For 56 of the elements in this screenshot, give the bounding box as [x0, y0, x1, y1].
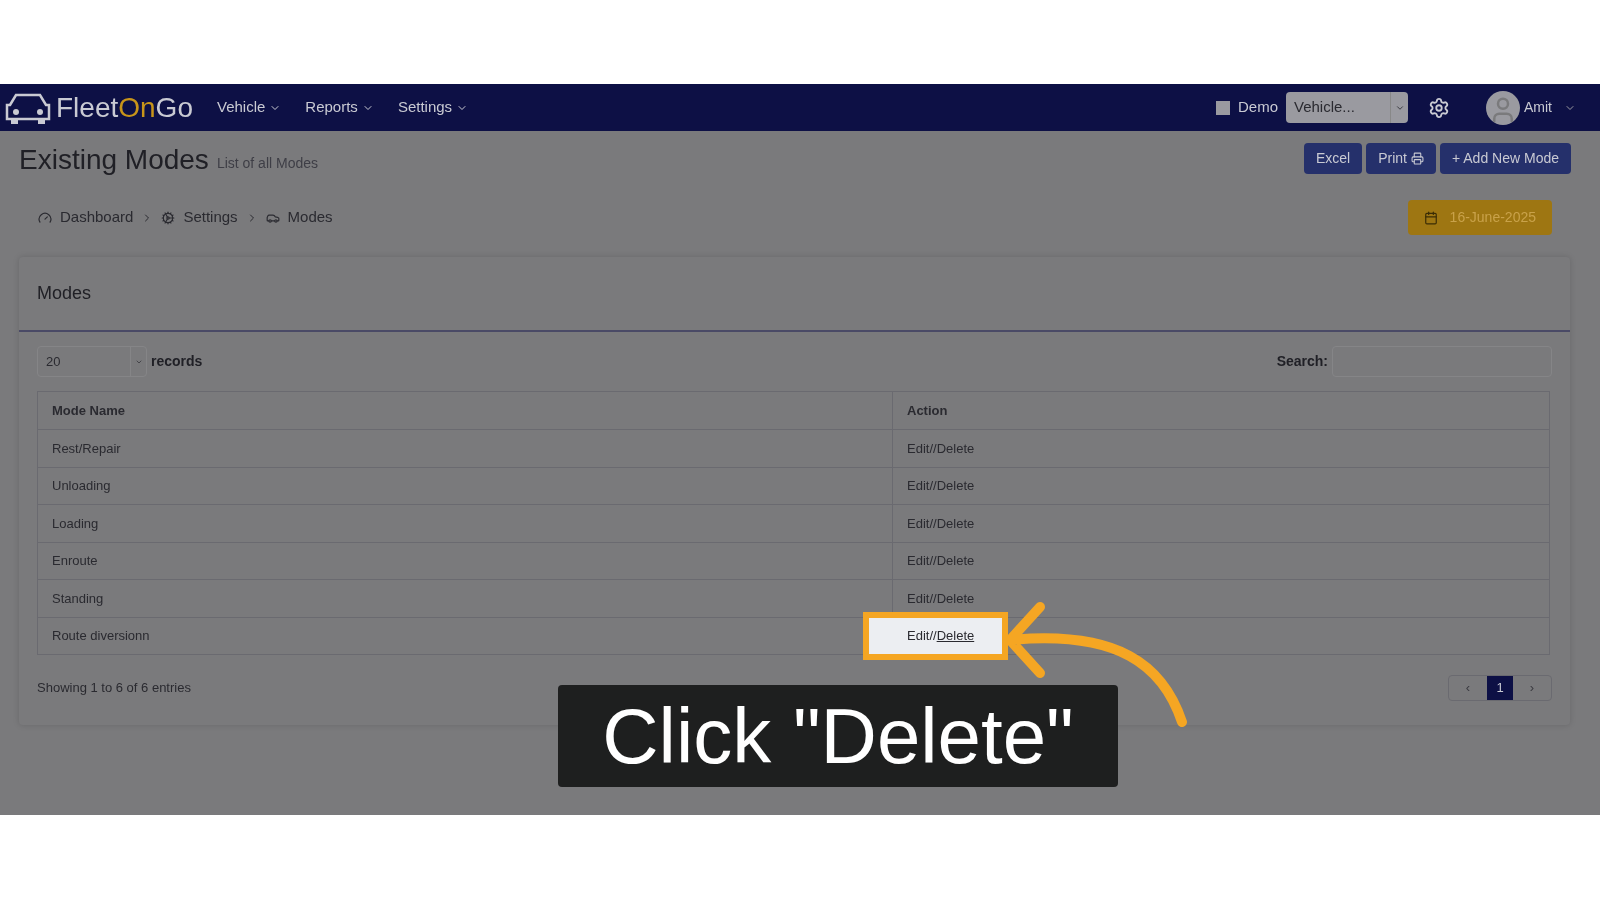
calendar-icon	[1423, 210, 1438, 225]
table-cell: Loading	[37, 504, 893, 542]
page-button[interactable]: ‹	[1449, 676, 1487, 700]
delete-link[interactable]: Delete	[936, 438, 975, 458]
link-separator: //	[929, 439, 937, 458]
panel-title: Modes	[37, 282, 92, 305]
printer-icon	[1411, 152, 1424, 165]
avatar-icon[interactable]	[1486, 90, 1520, 125]
vehicle-select[interactable]: Vehicle...	[1286, 92, 1408, 123]
records-label: records	[151, 352, 203, 371]
date-button[interactable]: 16-June-2025	[1407, 200, 1552, 235]
page-subtitle: List of all Modes	[216, 154, 319, 173]
column-header: Action	[892, 391, 1550, 430]
breadcrumb-link[interactable]: Dashboard	[60, 206, 134, 229]
delete-link[interactable]: Delete	[936, 626, 975, 646]
table-cell: Enroute	[37, 542, 893, 580]
page-length-select[interactable]: 20	[37, 346, 147, 377]
user-name[interactable]: Amit	[1524, 97, 1552, 118]
edit-link[interactable]: Edit	[907, 551, 930, 571]
brand-logo[interactable]: FleetOnGo	[56, 93, 193, 122]
table-cell: Rest/Repair	[37, 429, 893, 467]
link-separator: //	[929, 627, 937, 645]
edit-link[interactable]: Edit	[907, 438, 930, 458]
settings-icon[interactable]	[1428, 96, 1450, 119]
entries-info: Showing 1 to 6 of 6 entries	[37, 679, 191, 698]
nav-menu[interactable]: Settings	[397, 96, 469, 119]
cogs-icon	[161, 210, 176, 225]
tutorial-caption: Click "Delete"	[558, 685, 1118, 787]
delete-link[interactable]: Delete	[936, 513, 975, 533]
link-separator: //	[929, 552, 937, 570]
link-separator: //	[929, 589, 937, 608]
page-title: Existing Modes	[19, 146, 209, 174]
table-cell: Unloading	[37, 467, 893, 505]
gauge-icon	[38, 210, 52, 225]
page-button[interactable]: ›	[1513, 676, 1551, 700]
demo-checkbox[interactable]	[1216, 100, 1230, 115]
nav-menu[interactable]: Vehicle	[216, 96, 282, 119]
delete-link[interactable]: Delete	[936, 476, 975, 496]
toolbar-button[interactable]: + Add New Mode	[1440, 143, 1571, 174]
edit-link[interactable]: Edit	[907, 513, 930, 533]
toolbar-button[interactable]: Print	[1366, 143, 1436, 174]
delete-link[interactable]: Delete	[936, 588, 975, 608]
edit-link[interactable]: Edit	[907, 626, 930, 646]
breadcrumb-link[interactable]: Settings	[183, 206, 238, 229]
search-label: Search:	[1276, 352, 1328, 371]
link-separator: //	[929, 514, 937, 533]
edit-link[interactable]: Edit	[907, 588, 930, 608]
nav-menu[interactable]: Reports	[305, 96, 374, 119]
link-separator: //	[929, 477, 937, 495]
demo-label: Demo	[1238, 97, 1278, 118]
column-header: Mode Name	[37, 391, 893, 430]
edit-link[interactable]: Edit	[907, 476, 930, 496]
delete-link[interactable]: Delete	[936, 551, 975, 571]
page-button[interactable]: 1	[1487, 676, 1513, 700]
breadcrumb-link[interactable]: Modes	[287, 206, 333, 229]
toolbar-button[interactable]: Excel	[1303, 143, 1363, 174]
